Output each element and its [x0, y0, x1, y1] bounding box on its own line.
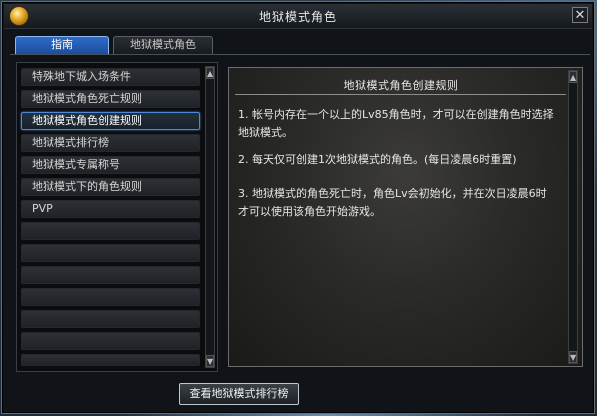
list-item-empty[interactable] — [21, 354, 200, 366]
window-title: 地狱模式角色 — [258, 10, 337, 24]
guide-list: 特殊地下城入场条件 地狱模式角色死亡规则 地狱模式角色创建规则 地狱模式排行榜 … — [16, 62, 218, 372]
list-item-empty[interactable] — [21, 244, 200, 262]
rule-3-line-2: 才可以使用该角色开始游戏。 — [238, 205, 381, 218]
list-item[interactable]: 地狱模式专属称号 — [21, 156, 200, 174]
scroll-up-icon[interactable]: ▲ — [569, 71, 577, 83]
content-title: 地狱模式角色创建规则 — [343, 79, 459, 92]
tab-divider — [10, 54, 590, 55]
rule-1-line-2: 地狱模式。 — [238, 126, 293, 139]
list-scrollbar[interactable]: ▲ ▼ — [205, 66, 215, 368]
content-panel: 地狱模式角色创建规则 1. 帐号内存在一个以上的Lv85角色时，才可以在创建角色… — [228, 67, 583, 367]
rule-paragraph-1: 1. 帐号内存在一个以上的Lv85角色时，才可以在创建角色时选择 地狱模式。 — [238, 106, 570, 142]
rule-3-line-1: 3. 地狱模式的角色死亡时，角色Lv会初始化，并在次日凌晨6时 — [238, 187, 547, 200]
list-item-empty[interactable] — [21, 332, 200, 350]
list-item-empty[interactable] — [21, 222, 200, 240]
close-button[interactable]: ✕ — [572, 7, 588, 23]
list-item-empty[interactable] — [21, 266, 200, 284]
title-divider — [235, 94, 566, 95]
rule-paragraph-3: 3. 地狱模式的角色死亡时，角色Lv会初始化，并在次日凌晨6时 才可以使用该角色… — [238, 185, 570, 221]
scroll-up-icon[interactable]: ▲ — [206, 67, 214, 79]
list-item[interactable]: 地狱模式角色死亡规则 — [21, 90, 200, 108]
scroll-down-icon[interactable]: ▼ — [206, 355, 214, 367]
scroll-down-icon[interactable]: ▼ — [569, 351, 577, 363]
title-bar[interactable]: 地狱模式角色 ✕ — [4, 4, 592, 29]
list-item-selected[interactable]: 地狱模式角色创建规则 — [21, 112, 200, 130]
list-item-empty[interactable] — [21, 288, 200, 306]
hell-mode-dialog: 地狱模式角色 ✕ 指南 地狱模式角色 特殊地下城入场条件 地狱模式角色死亡规则 … — [1, 1, 595, 414]
list-item[interactable]: 特殊地下城入场条件 — [21, 68, 200, 86]
tab-guide[interactable]: 指南 — [15, 36, 109, 54]
tab-hell-mode-character[interactable]: 地狱模式角色 — [113, 36, 213, 54]
content-scrollbar[interactable]: ▲ ▼ — [568, 70, 578, 364]
list-item-empty[interactable] — [21, 310, 200, 328]
list-item[interactable]: 地狱模式下的角色规则 — [21, 178, 200, 196]
view-ranking-button[interactable]: 查看地狱模式排行榜 — [179, 383, 299, 405]
list-item[interactable]: PVP — [21, 200, 200, 218]
rule-paragraph-2: 2. 每天仅可创建1次地狱模式的角色。(每日凌晨6时重置) — [238, 151, 570, 169]
rule-2-line-1: 2. 每天仅可创建1次地狱模式的角色。(每日凌晨6时重置) — [238, 153, 517, 166]
list-item[interactable]: 地狱模式排行榜 — [21, 134, 200, 152]
rule-1-line-1: 1. 帐号内存在一个以上的Lv85角色时，才可以在创建角色时选择 — [238, 108, 554, 121]
